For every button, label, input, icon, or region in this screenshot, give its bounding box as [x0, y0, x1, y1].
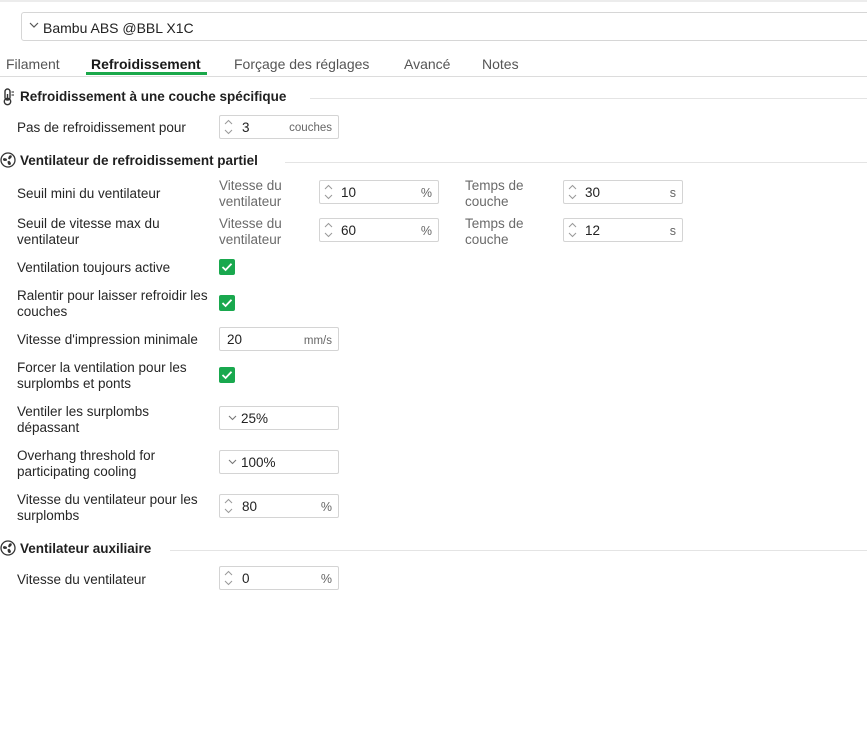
max-fan-layer-time-stepper[interactable]: 12 s: [563, 218, 683, 242]
max-fan-layer-time-unit: s: [669, 224, 676, 238]
section-specific-layer-cooling: Refroidissement à une couche spécifique: [0, 87, 867, 107]
fan-icon: [0, 540, 16, 556]
slow-down-checkbox[interactable]: [219, 295, 235, 311]
overhang-threshold-label: Overhang threshold for participating coo…: [17, 448, 156, 479]
min-print-speed-input[interactable]: 20 mm/s: [219, 327, 339, 351]
max-fan-speed-label: Vitesse du ventilateur: [219, 216, 282, 247]
stepper-arrows-icon[interactable]: [568, 183, 577, 201]
tab-notes[interactable]: Notes: [482, 56, 519, 72]
overhang-exceed-value: 25%: [241, 411, 269, 426]
fan-icon: [0, 152, 16, 168]
fan-always-on-label: Ventilation toujours active: [17, 260, 171, 275]
tab-advanced[interactable]: Avancé: [404, 56, 450, 72]
force-overhang-cooling-checkbox[interactable]: [219, 367, 235, 383]
min-fan-layer-time-value: 30: [585, 185, 601, 200]
aux-fan-speed-value: 0: [242, 571, 250, 586]
stepper-arrows-icon[interactable]: [324, 221, 333, 239]
section-divider: [170, 550, 867, 551]
overhang-fan-speed-unit: %: [320, 500, 332, 514]
max-fan-speed-unit: %: [420, 224, 432, 238]
max-fan-layer-time-label: Temps de couche: [465, 216, 524, 247]
preset-value: Bambu ABS @BBL X1C: [43, 20, 194, 36]
min-fan-threshold-label: Seuil mini du ventilateur: [17, 186, 161, 201]
force-overhang-cooling-label: Forcer la ventilation pour les surplombs…: [17, 360, 187, 391]
fan-always-on-checkbox[interactable]: [219, 259, 235, 275]
tab-cooling[interactable]: Refroidissement: [91, 56, 201, 72]
min-fan-speed-label: Vitesse du ventilateur: [219, 178, 282, 209]
max-fan-threshold-label: Seuil de vitesse max du ventilateur: [17, 216, 160, 247]
overhang-exceed-select[interactable]: 25%: [219, 406, 339, 430]
overhang-fan-speed-stepper[interactable]: 80 %: [219, 494, 339, 518]
min-fan-layer-time-unit: s: [669, 186, 676, 200]
min-fan-layer-time-stepper[interactable]: 30 s: [563, 180, 683, 204]
chevron-down-icon: [29, 22, 39, 28]
checkmark-icon: [221, 299, 233, 308]
section-divider: [310, 98, 867, 99]
stepper-arrows-icon[interactable]: [324, 183, 333, 201]
checkmark-icon: [221, 371, 233, 380]
min-print-speed-value: 20: [227, 332, 243, 347]
max-fan-layer-time-value: 12: [585, 223, 601, 238]
stepper-arrows-icon[interactable]: [224, 118, 233, 136]
chevron-down-icon: [228, 459, 237, 465]
min-fan-speed-unit: %: [420, 186, 432, 200]
tab-bar: Filament Refroidissement Forçage des rég…: [0, 54, 867, 77]
stepper-arrows-icon[interactable]: [224, 497, 233, 515]
section-divider: [285, 162, 867, 163]
overhang-fan-speed-value: 80: [242, 499, 258, 514]
aux-fan-speed-label: Vitesse du ventilateur: [17, 572, 146, 587]
min-print-speed-label: Vitesse d'impression minimale: [17, 332, 198, 347]
tab-filament[interactable]: Filament: [6, 56, 60, 72]
chevron-down-icon: [228, 415, 237, 421]
section-title: Ventilateur de refroidissement partiel: [20, 153, 258, 168]
overhang-fan-speed-label: Vitesse du ventilateur pour les surplomb…: [17, 492, 198, 523]
min-print-speed-unit: mm/s: [303, 335, 332, 347]
section-partial-cooling-fan: Ventilateur de refroidissement partiel: [0, 151, 867, 171]
checkmark-icon: [221, 263, 233, 272]
max-fan-speed-value: 60: [341, 223, 357, 238]
max-fan-speed-stepper[interactable]: 60 %: [319, 218, 439, 242]
section-title: Ventilateur auxiliaire: [20, 541, 152, 556]
stepper-arrows-icon[interactable]: [568, 221, 577, 239]
tab-setting-overrides[interactable]: Forçage des réglages: [234, 56, 369, 72]
stepper-arrows-icon[interactable]: [224, 569, 233, 587]
min-fan-speed-value: 10: [341, 185, 357, 200]
aux-fan-speed-unit: %: [320, 572, 332, 586]
min-fan-layer-time-label: Temps de couche: [465, 178, 524, 209]
cooling-steps-value: 3: [242, 120, 250, 135]
cooling-steps-stepper[interactable]: 3 couches: [219, 115, 339, 139]
section-title: Refroidissement à une couche spécifique: [20, 89, 287, 104]
overhang-threshold-select[interactable]: 100%: [219, 450, 339, 474]
thermometer-icon: [3, 88, 14, 106]
cooling-steps-label: Pas de refroidissement pour: [17, 120, 186, 135]
slow-down-label: Ralentir pour laisser refroidir les couc…: [17, 288, 208, 319]
overhang-threshold-value: 100%: [241, 455, 276, 470]
active-tab-indicator: [86, 72, 207, 75]
filament-preset-select[interactable]: Bambu ABS @BBL X1C: [21, 12, 867, 41]
cooling-steps-unit: couches: [289, 122, 332, 134]
overhang-exceed-label: Ventiler les surplombs dépassant: [17, 404, 150, 435]
section-auxiliary-fan: Ventilateur auxiliaire: [0, 539, 867, 559]
min-fan-speed-stepper[interactable]: 10 %: [319, 180, 439, 204]
aux-fan-speed-stepper[interactable]: 0 %: [219, 566, 339, 590]
top-divider: [0, 0, 867, 2]
